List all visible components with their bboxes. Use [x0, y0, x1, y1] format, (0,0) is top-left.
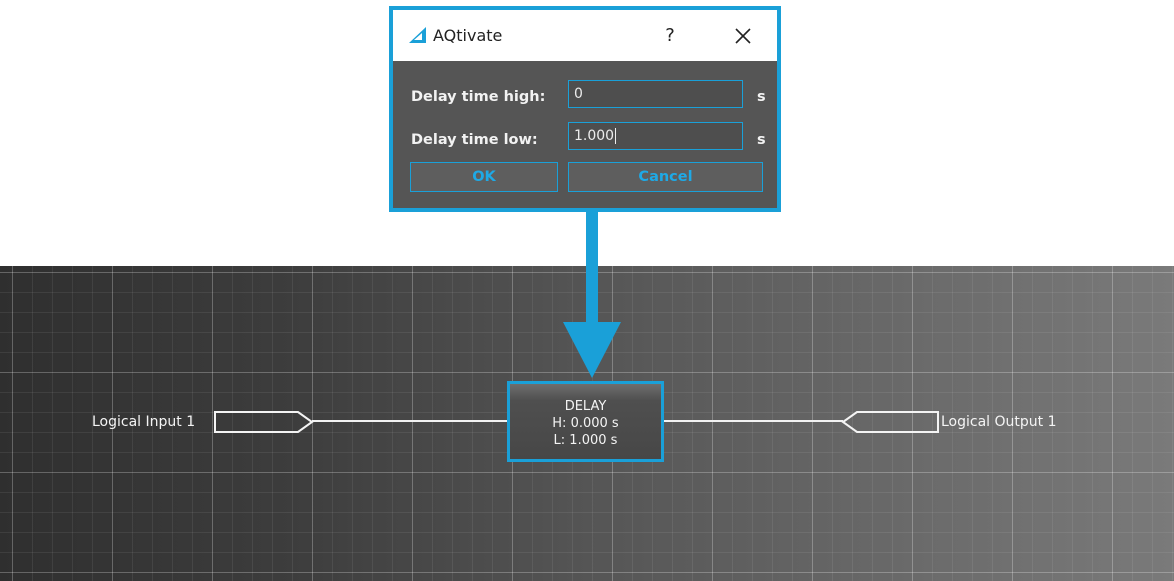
delay-low-input[interactable]: 1.000 — [568, 122, 743, 150]
delay-settings-dialog: AQtivate ? Delay time high: 0 s Delay ti… — [389, 6, 781, 212]
ok-button[interactable]: OK — [410, 162, 558, 192]
logical-output-label: Logical Output 1 — [941, 414, 1057, 430]
input-wire — [312, 420, 508, 422]
dialog-title: AQtivate — [433, 26, 503, 45]
delay-high-unit: s — [757, 89, 766, 105]
delay-low-unit: s — [757, 132, 766, 148]
dialog-titlebar[interactable]: AQtivate ? — [393, 10, 777, 61]
delay-block[interactable]: DELAY H: 0.000 s L: 1.000 s — [507, 381, 664, 462]
delay-block-high: H: 0.000 s — [552, 416, 619, 431]
delay-block-title: DELAY — [564, 399, 607, 414]
delay-high-input[interactable]: 0 — [568, 80, 743, 108]
logical-output-port[interactable] — [841, 411, 941, 433]
callout-arrow-head-icon — [563, 322, 621, 378]
aqtivate-logo-icon — [409, 27, 426, 43]
text-caret — [615, 128, 617, 144]
help-button[interactable]: ? — [655, 22, 685, 50]
close-button[interactable] — [728, 22, 758, 50]
delay-low-label: Delay time low: — [411, 132, 538, 148]
delay-low-value: 1.000 — [574, 128, 615, 144]
cancel-button[interactable]: Cancel — [568, 162, 763, 192]
logical-input-port[interactable] — [214, 411, 314, 433]
delay-high-value: 0 — [574, 86, 583, 102]
logical-input-label: Logical Input 1 — [92, 414, 196, 430]
delay-block-low: L: 1.000 s — [553, 433, 618, 448]
close-icon — [735, 28, 751, 44]
callout-arrow-shaft — [586, 212, 598, 330]
delay-high-label: Delay time high: — [411, 89, 546, 105]
output-wire — [663, 420, 843, 422]
